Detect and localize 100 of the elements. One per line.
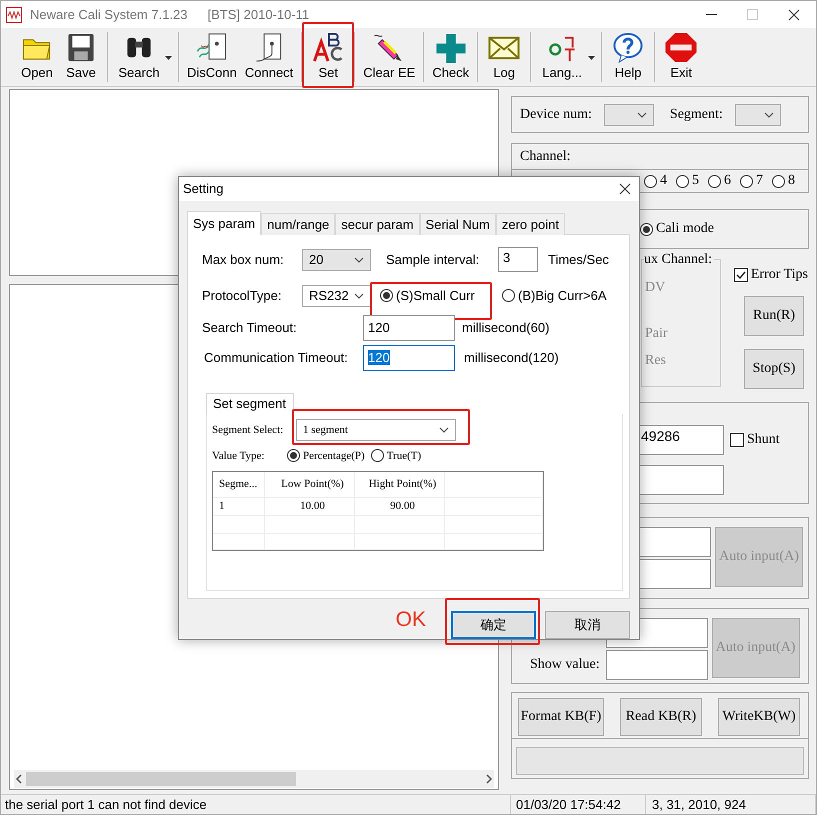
status-datetime: 01/03/20 17:54:42 bbox=[511, 795, 646, 814]
column-header: Low Point(%) bbox=[265, 472, 355, 498]
current-radio[interactable]: (S)Small Curr bbox=[380, 288, 475, 304]
dialog-tab[interactable]: zero point bbox=[496, 212, 565, 235]
comm-timeout-unit-label: millisecond(120) bbox=[464, 350, 559, 366]
minimize-icon[interactable] bbox=[706, 14, 717, 16]
current-radio[interactable]: (B)Big Curr>6A bbox=[502, 288, 606, 304]
search-timeout-field[interactable]: 120 bbox=[363, 314, 455, 341]
device-num-label: Device num: bbox=[520, 106, 592, 122]
check-icon bbox=[736, 270, 746, 280]
show-value-label: Show value: bbox=[530, 657, 600, 673]
toolbar-button[interactable]: Lang... bbox=[535, 32, 598, 82]
window-subtitle: [BTS] 2010-10-11 bbox=[208, 7, 310, 22]
kb-button[interactable]: WriteKB(W) bbox=[718, 698, 800, 736]
toolbar-button[interactable]: Log bbox=[482, 32, 526, 82]
shunt-checkbox[interactable]: Shunt bbox=[730, 432, 780, 448]
dialog-tab[interactable]: Serial Num bbox=[420, 212, 496, 235]
status-info: 3, 31, 2010, 924 bbox=[646, 795, 816, 814]
comm-timeout-field[interactable]: 120 bbox=[363, 344, 455, 371]
dialog-tab[interactable]: num/range bbox=[261, 212, 336, 235]
radio-circle[interactable] bbox=[640, 222, 653, 236]
channel-radio[interactable]: 8 bbox=[772, 173, 795, 189]
channel-radio[interactable]: 4 bbox=[644, 173, 667, 189]
error-tips-checkbox[interactable]: Error Tips bbox=[734, 267, 808, 283]
annotation-label: OK bbox=[396, 608, 426, 632]
table-cell: 1 bbox=[213, 498, 265, 516]
table-cell bbox=[213, 534, 265, 550]
channel-radio[interactable]: 7 bbox=[740, 173, 763, 189]
radio-circle[interactable] bbox=[644, 174, 657, 188]
radio-circle[interactable] bbox=[740, 174, 753, 188]
max-box-select[interactable]: 20 bbox=[302, 248, 371, 271]
table-cell bbox=[213, 516, 265, 534]
horizontal-scrollbar[interactable] bbox=[14, 770, 494, 788]
status-message: the serial port 1 can not find device bbox=[1, 795, 511, 814]
channel-label: Channel: bbox=[520, 148, 571, 164]
toolbar-button[interactable]: Help bbox=[606, 32, 650, 82]
search-timeout-label: Search Timeout: bbox=[202, 320, 297, 336]
run-button[interactable]: Run(R) bbox=[744, 296, 804, 336]
segment-select[interactable]: 1 segment bbox=[296, 418, 456, 441]
scroll-right-icon[interactable] bbox=[484, 774, 494, 784]
sample-interval-label: Sample interval: bbox=[386, 252, 480, 268]
dialog-title: Setting bbox=[183, 181, 224, 196]
radio-circle[interactable] bbox=[772, 174, 785, 188]
radio-circle[interactable] bbox=[370, 449, 384, 462]
toolbar-button[interactable]: Exit bbox=[659, 32, 704, 82]
value-type-radio[interactable]: Percentage(P) bbox=[287, 449, 365, 462]
toolbar-button[interactable]: Save bbox=[59, 32, 103, 82]
toolbar-button[interactable]: Open bbox=[15, 32, 59, 82]
value-type-radio[interactable]: True(T) bbox=[370, 449, 422, 462]
toolbar-button[interactable]: Set bbox=[306, 32, 350, 82]
radio-circle[interactable] bbox=[287, 449, 300, 462]
stop-button[interactable]: Stop(S) bbox=[744, 349, 804, 389]
table-cell: 10.00 bbox=[265, 498, 355, 516]
radio-circle[interactable] bbox=[708, 174, 721, 188]
scroll-left-icon[interactable] bbox=[14, 774, 24, 784]
segment-label: Segment: bbox=[670, 106, 723, 122]
protocol-label: ProtocolType: bbox=[202, 288, 282, 304]
toolbar-button[interactable]: Clear EE bbox=[359, 32, 420, 82]
toolbar-button[interactable]: DisConn bbox=[183, 32, 241, 82]
sample-unit-label: Times/Sec bbox=[548, 252, 609, 268]
kb-button[interactable]: Format KB(F) bbox=[518, 698, 604, 736]
comm-timeout-label: Communication Timeout: bbox=[204, 350, 348, 366]
show-value-field[interactable] bbox=[606, 650, 708, 680]
window-title: Neware Cali System 7.1.23 bbox=[30, 7, 188, 22]
column-header: Hight Point(%) bbox=[355, 472, 445, 498]
close-icon[interactable] bbox=[619, 182, 631, 195]
search-timeout-unit-label: millisecond(60) bbox=[462, 320, 550, 336]
table-cell: 90.00 bbox=[355, 498, 445, 516]
channel-radio[interactable]: 5 bbox=[676, 173, 699, 189]
ok-button[interactable]: 确定 bbox=[451, 610, 536, 639]
column-header: Segme... bbox=[213, 472, 265, 498]
max-box-label: Max box num: bbox=[202, 252, 284, 268]
cancel-button[interactable]: 取消 bbox=[545, 610, 630, 639]
radio-circle[interactable] bbox=[380, 289, 393, 302]
toolbar-button[interactable]: Search bbox=[112, 32, 174, 82]
chevron-down-icon bbox=[636, 112, 647, 118]
chevron-down-icon bbox=[764, 112, 774, 118]
channel-radio[interactable]: 6 bbox=[708, 173, 731, 189]
value-type-label: Value Type: bbox=[212, 450, 264, 462]
exit-sign-icon bbox=[664, 32, 698, 63]
dropdown-caret-icon[interactable] bbox=[165, 56, 172, 60]
sample-interval-field[interactable]: 3 bbox=[498, 247, 538, 272]
protocol-select[interactable]: RS232 bbox=[302, 284, 371, 307]
chevron-down-icon bbox=[354, 256, 364, 263]
radio-circle[interactable] bbox=[676, 174, 689, 188]
plus-cross-icon bbox=[434, 32, 468, 63]
chevron-down-icon bbox=[439, 426, 449, 433]
segment-select-label: Segment Select: bbox=[212, 424, 284, 436]
set-segment-tab[interactable]: Set segment bbox=[206, 392, 294, 414]
app-logo-icon bbox=[6, 6, 22, 22]
kb-button[interactable]: Read KB(R) bbox=[620, 698, 702, 736]
help-icon bbox=[611, 32, 646, 63]
toolbar-button[interactable]: Connect bbox=[240, 32, 298, 82]
toolbar-button[interactable]: Check bbox=[428, 32, 474, 82]
dialog-tab[interactable]: secur param bbox=[335, 212, 420, 235]
chevron-down-icon bbox=[354, 292, 364, 299]
close-icon[interactable] bbox=[788, 8, 800, 20]
radio-circle[interactable] bbox=[502, 289, 515, 302]
dropdown-caret-icon[interactable] bbox=[588, 56, 596, 60]
dialog-tab[interactable]: Sys param bbox=[187, 210, 262, 235]
